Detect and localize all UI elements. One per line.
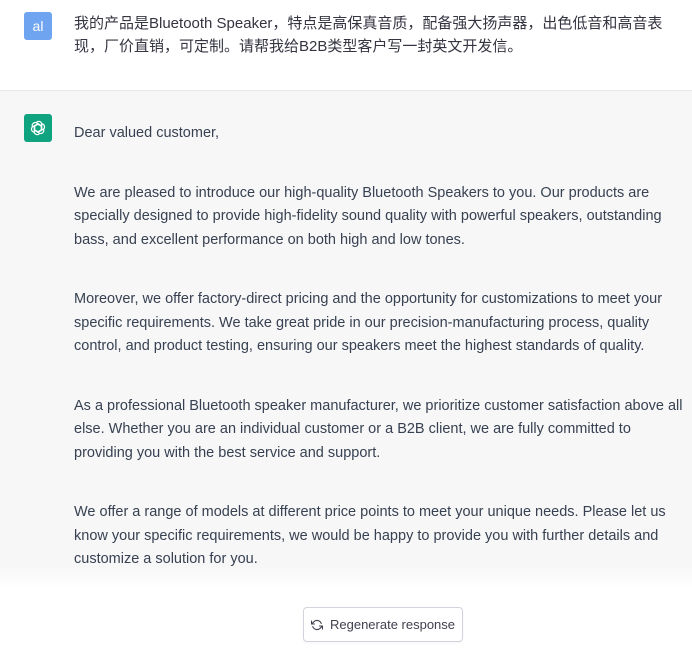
assistant-paragraph: We offer a range of models at different … [74,504,666,567]
regenerate-response-label: Regenerate response [329,617,456,632]
scroll-fade [0,566,692,588]
chat-page: al 我的产品是Bluetooth Speaker，特点是高保真音质，配备强大扬… [0,0,692,650]
refresh-icon [310,619,324,631]
assistant-message-row: Dear valued customer, We are pleased to … [0,91,692,586]
assistant-paragraph: Moreover, we offer factory-direct pricin… [74,291,663,354]
assistant-paragraph: Dear valued customer, [74,125,220,141]
regenerate-response-button[interactable]: Regenerate response [303,607,463,642]
user-avatar: al [24,12,52,40]
assistant-paragraph: We are pleased to introduce our high-qua… [74,184,662,248]
user-message-row: al 我的产品是Bluetooth Speaker，特点是高保真音质，配备强大扬… [0,0,692,91]
assistant-paragraph: As a professional Bluetooth speaker manu… [74,397,683,461]
openai-logo-icon [24,114,52,142]
assistant-message-text: Dear valued customer, We are pleased to … [74,122,686,586]
user-message-text: 我的产品是Bluetooth Speaker，特点是高保真音质，配备强大扬声器，… [74,15,663,55]
